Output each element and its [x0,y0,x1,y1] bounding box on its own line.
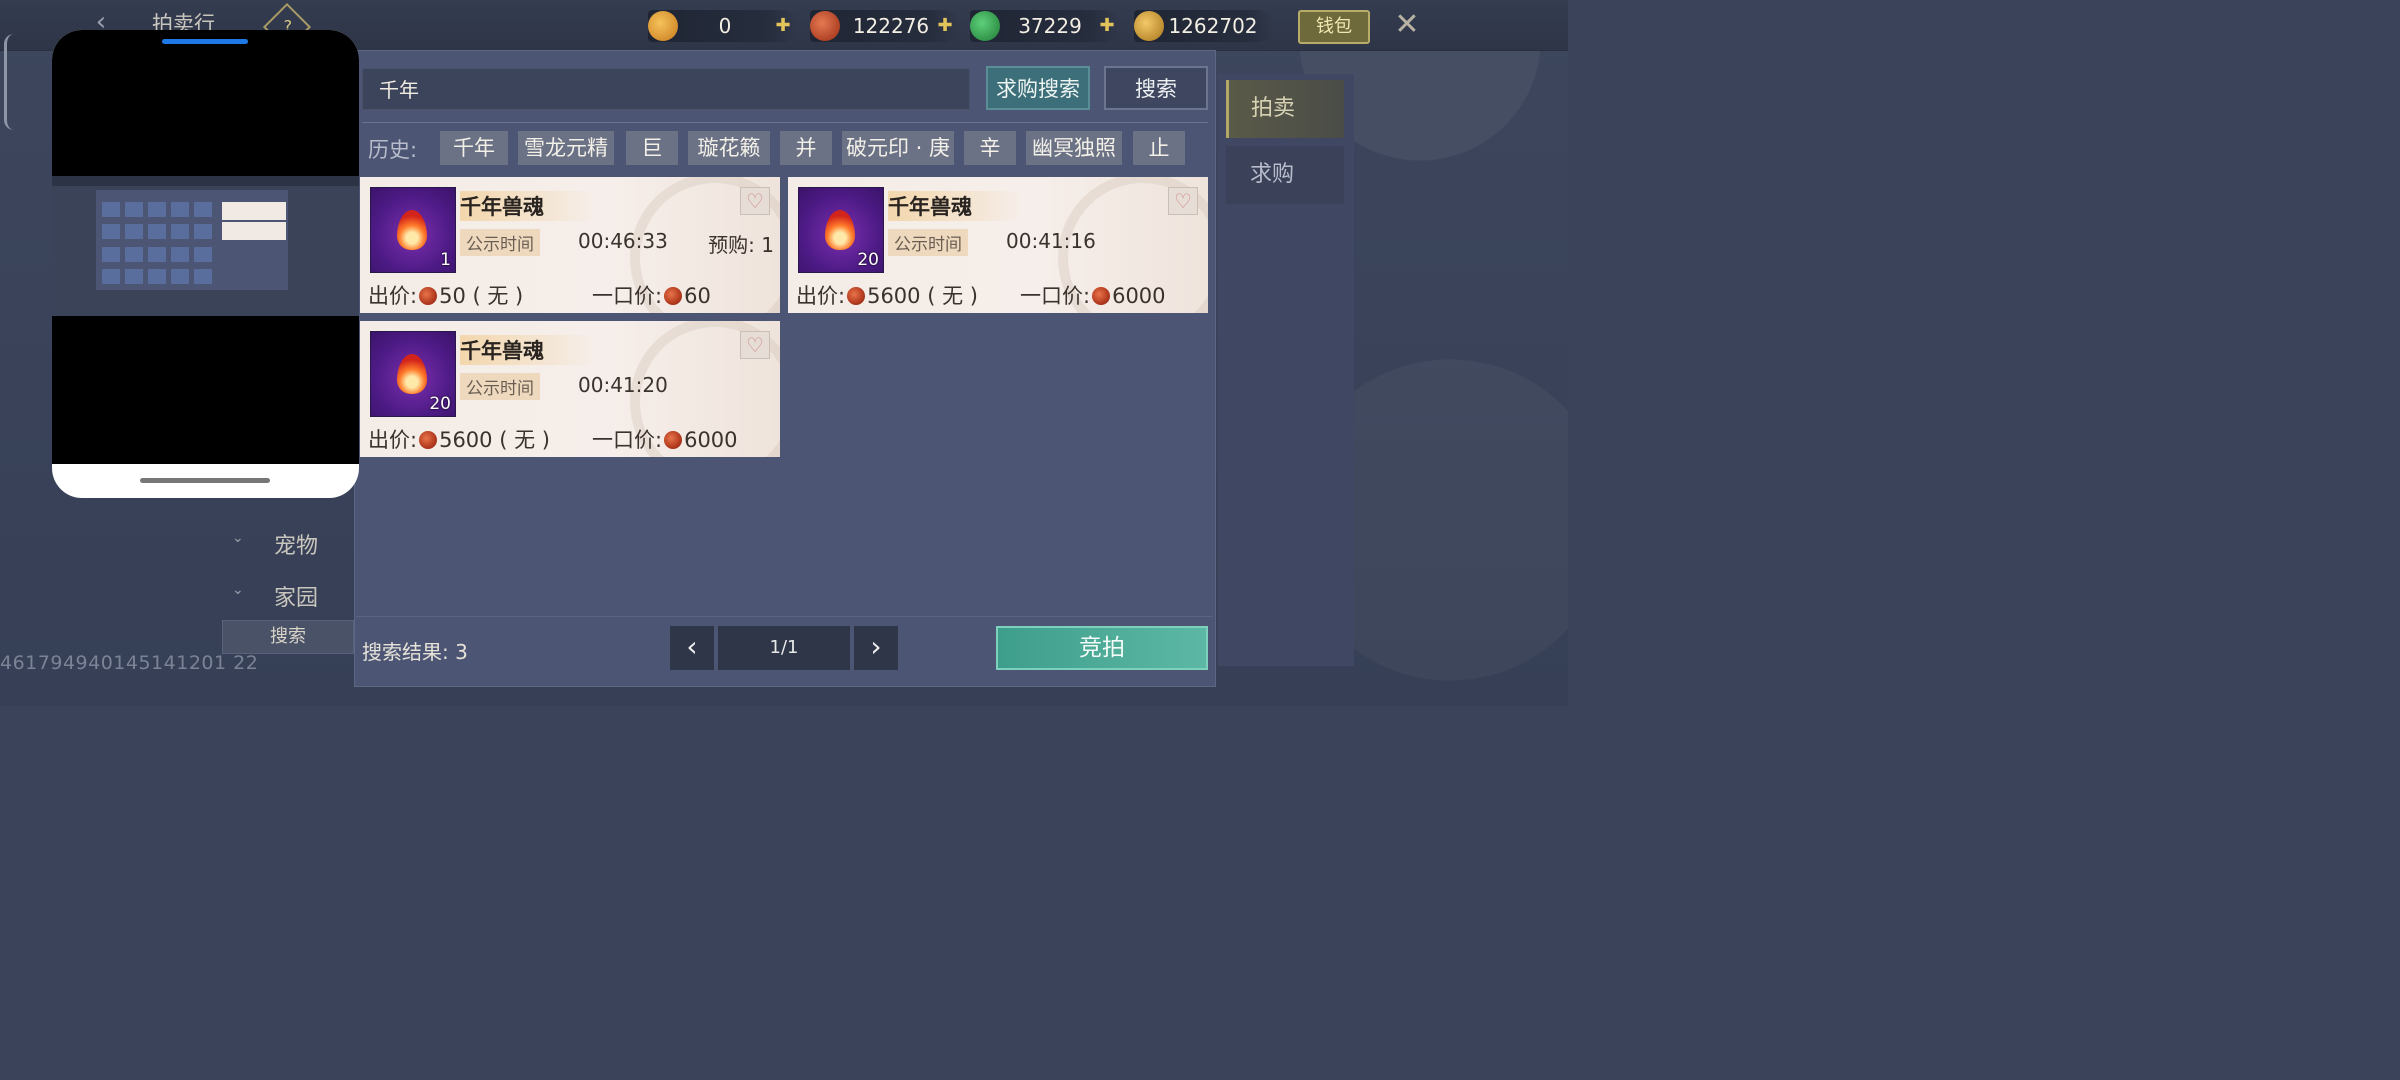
copper-coin-icon [419,431,438,449]
item-thumbnail: 1 [370,187,456,273]
preorder-count: 预购: 1 [708,233,774,257]
currency-value: 1262702 [1168,14,1258,38]
item-name: 千年兽魂 [460,335,594,365]
item-name: 千年兽魂 [460,191,594,221]
publish-time-label: 公示时间 [460,373,540,400]
listing-card[interactable]: 20 千年兽魂 公示时间 00:41:16 ♡ 出价: 5600 ( 无 ) 一口… [788,177,1208,313]
history-label: 历史: [368,138,418,162]
phone-home-indicator [140,478,270,483]
item-name: 千年兽魂 [888,191,1022,221]
copper-coin-icon [664,287,683,305]
flame-icon [825,210,855,250]
add-currency-icon[interactable]: ✚ [1098,17,1116,35]
item-quantity: 20 [429,394,451,414]
tab-buy-request[interactable]: 求购 [1226,146,1344,204]
phone-screen-bottom [52,316,359,464]
publish-time-label: 公示时间 [888,229,968,256]
history-chip[interactable]: 千年 [440,131,508,165]
listing-card[interactable]: 1 千年兽魂 公示时间 00:46:33 预购: 1 ♡ 出价: 50 ( 无 )… [360,177,780,313]
phone-overlay [52,30,359,498]
currency-value: 37229 [1018,14,1082,38]
add-currency-icon[interactable]: ✚ [936,17,954,35]
item-thumbnail: 20 [798,187,884,273]
chevron-down-icon: ⌄ [232,582,244,598]
history-chip[interactable]: 璇花籁 [688,131,770,165]
phone-status-bar [162,39,248,44]
mini-item-grid [102,202,214,286]
history-chip[interactable]: 破元印 · 庚 [842,131,954,165]
divider [356,616,1212,617]
chevron-down-icon: ⌄ [232,530,244,546]
history-chip[interactable]: 辛 [964,131,1016,165]
copper-coin-icon [810,11,840,41]
currency-value: 122276 [852,14,930,38]
flame-icon [397,210,427,250]
divider [362,122,1208,123]
bid-price: 出价: 5600 ( 无 ) [796,284,978,308]
currency-value: 0 [718,14,732,38]
heart-icon[interactable]: ♡ [740,187,770,215]
mini-top-bar [52,176,359,186]
history-chip[interactable]: 并 [780,131,832,165]
copper-coin-icon [664,431,683,449]
add-currency-icon[interactable]: ✚ [774,17,792,35]
next-page-button[interactable]: › [854,626,898,670]
debug-id-text: 461794940145141201 22 [0,652,259,674]
buyout-price: 一口价: 60 [592,284,711,308]
buyout-price: 一口价: 6000 [592,428,738,452]
history-chip[interactable]: 巨 [626,131,678,165]
page-indicator: 1/1 [718,626,850,670]
wallet-button[interactable]: 钱包 [1298,10,1370,44]
buy-search-button[interactable]: 求购搜索 [986,66,1090,110]
history-chip[interactable]: 幽冥独照 [1026,131,1122,165]
bid-button[interactable]: 竞拍 [996,626,1208,670]
copper-coin-icon [419,287,438,305]
search-result-count: 搜索结果: 3 [362,640,468,664]
left-search-button[interactable]: 搜索 [222,620,354,654]
search-input[interactable]: 千年 [362,68,970,110]
phone-mini-screenshot [52,176,359,316]
bid-price: 出价: 50 ( 无 ) [368,284,524,308]
heart-icon[interactable]: ♡ [740,331,770,359]
search-button[interactable]: 搜索 [1104,66,1208,110]
nav-item-label: 家园 [274,586,319,611]
close-icon[interactable]: ✕ [1390,8,1424,42]
nav-item-pet[interactable]: ⌄ 宠物 [220,516,352,568]
nav-item-label: 宠物 [274,534,319,559]
mini-listing [222,202,286,242]
item-thumbnail: 20 [370,331,456,417]
buyout-price: 一口价: 6000 [1020,284,1166,308]
item-quantity: 20 [857,250,879,270]
gold-ingot-icon [648,11,678,41]
flame-icon [397,354,427,394]
phone-screen-top [52,30,359,176]
publish-time-label: 公示时间 [460,229,540,256]
publish-time: 00:46:33 [578,229,668,253]
heart-icon[interactable]: ♡ [1168,187,1198,215]
jade-coin-icon [970,11,1000,41]
item-quantity: 1 [440,250,451,270]
gold-leaf-icon [1134,11,1164,41]
left-edge-handle [4,34,15,130]
nav-item-home[interactable]: ⌄ 家园 [220,568,352,620]
publish-time: 00:41:16 [1006,229,1096,253]
copper-coin-icon [847,287,866,305]
copper-coin-icon [1092,287,1111,305]
listing-card[interactable]: 20 千年兽魂 公示时间 00:41:20 ♡ 出价: 5600 ( 无 ) 一口… [360,321,780,457]
tab-auction[interactable]: 拍卖 [1226,80,1344,138]
bid-price: 出价: 5600 ( 无 ) [368,428,550,452]
history-chip[interactable]: 雪龙元精 [518,131,614,165]
prev-page-button[interactable]: ‹ [670,626,714,670]
publish-time: 00:41:20 [578,373,668,397]
history-chip[interactable]: 止 [1133,131,1185,165]
